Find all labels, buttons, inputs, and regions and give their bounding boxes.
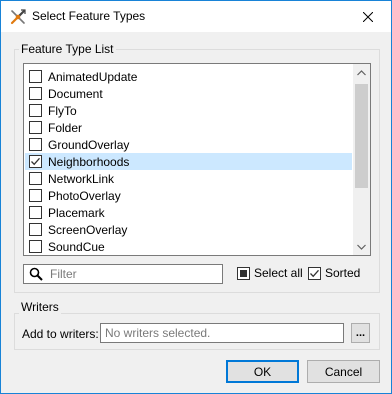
feature-type-label: PhotoOverlay [48, 188, 121, 203]
scroll-down-button[interactable] [353, 238, 370, 255]
ok-button[interactable]: OK [226, 360, 299, 383]
list-item[interactable]: PhotoOverlay [25, 187, 352, 204]
feature-type-label: GroundOverlay [48, 137, 130, 152]
select-feature-types-dialog: Select Feature Types Feature Type List A… [0, 0, 392, 394]
feature-type-checkbox[interactable] [29, 155, 42, 168]
browse-writers-button[interactable]: ... [351, 323, 370, 343]
writers-field[interactable]: No writers selected. [100, 323, 344, 343]
feature-type-checkbox[interactable] [29, 206, 42, 219]
feature-type-label: SoundCue [48, 239, 105, 254]
cancel-button[interactable]: Cancel [307, 360, 380, 383]
feature-type-checkbox[interactable] [29, 70, 42, 83]
window-title: Select Feature Types [32, 9, 146, 23]
writers-group-label: Writers [19, 300, 61, 314]
feature-type-group-label: Feature Type List [19, 42, 116, 56]
scroll-thumb[interactable] [355, 84, 368, 188]
fme-app-icon [9, 8, 27, 26]
chevron-down-icon [357, 244, 366, 250]
sorted-checkbox[interactable] [308, 266, 321, 280]
scroll-up-button[interactable] [353, 64, 370, 81]
list-item[interactable]: Document [25, 85, 352, 102]
select-all-option[interactable]: Select all [237, 266, 303, 280]
filter-input[interactable] [50, 266, 218, 282]
feature-type-label: ScreenOverlay [48, 222, 128, 237]
list-item[interactable]: ScreenOverlay [25, 221, 352, 238]
feature-type-label: AnimatedUpdate [48, 69, 138, 84]
feature-type-label: Placemark [48, 205, 105, 220]
title-bar: Select Feature Types [1, 1, 391, 32]
feature-type-checkbox[interactable] [29, 172, 42, 185]
feature-type-checkbox[interactable] [29, 87, 42, 100]
feature-type-label: Folder [48, 120, 83, 135]
feature-type-label: Document [48, 86, 103, 101]
list-item[interactable]: GroundOverlay [25, 136, 352, 153]
close-button[interactable] [345, 1, 391, 32]
select-all-checkbox[interactable] [237, 266, 250, 280]
sorted-option[interactable]: Sorted [308, 266, 360, 280]
vertical-scrollbar[interactable] [353, 64, 370, 255]
select-all-label: Select all [254, 266, 303, 280]
list-item[interactable]: Neighborhoods [25, 153, 352, 170]
feature-type-checkbox[interactable] [29, 223, 42, 236]
list-item[interactable]: Folder [25, 119, 352, 136]
feature-type-checkbox[interactable] [29, 138, 42, 151]
feature-type-label: NetworkLink [48, 171, 115, 186]
feature-type-checkbox[interactable] [29, 121, 42, 134]
chevron-up-icon [357, 69, 366, 75]
filter-field[interactable] [23, 264, 223, 284]
feature-type-checkbox[interactable] [29, 104, 42, 117]
list-item[interactable]: FlyTo [25, 102, 352, 119]
checkmark-icon [31, 157, 40, 166]
list-item[interactable]: SoundCue [25, 238, 352, 255]
feature-type-label: FlyTo [48, 103, 77, 118]
search-icon [29, 267, 43, 284]
feature-type-label: Neighborhoods [48, 154, 130, 169]
list-item[interactable]: NetworkLink [25, 170, 352, 187]
feature-type-list[interactable]: AnimatedUpdate Document FlyTo Folder GroundO… [23, 63, 371, 256]
list-item[interactable]: Placemark [25, 204, 352, 221]
add-to-writers-label: Add to writers: [22, 327, 99, 341]
close-icon [363, 11, 373, 22]
checkmark-icon [310, 269, 319, 277]
list-item[interactable]: AnimatedUpdate [25, 68, 352, 85]
feature-type-checkbox[interactable] [29, 240, 42, 253]
sorted-label: Sorted [325, 266, 361, 280]
feature-type-checkbox[interactable] [29, 189, 42, 202]
